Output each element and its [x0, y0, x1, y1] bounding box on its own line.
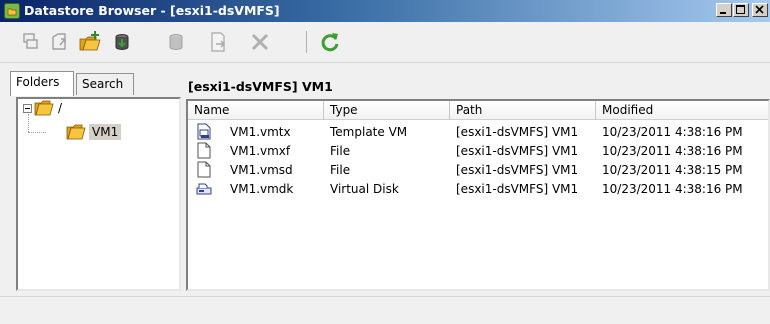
minimize-button[interactable] [716, 3, 732, 17]
file-modified: 10/23/2011 4:38:16 PM [602, 144, 743, 158]
toolbar [0, 22, 770, 63]
table-row[interactable]: VM1.vmxf File [esxi1-dsVMFS] VM1 10/23/2… [188, 141, 768, 160]
folder-open-icon [66, 124, 86, 140]
delete-button[interactable] [248, 30, 272, 54]
collapse-toggle[interactable] [23, 104, 32, 113]
upload-file-button[interactable] [110, 30, 134, 54]
datastore-browser-app-icon [4, 3, 20, 19]
new-folder-button[interactable] [78, 30, 102, 54]
upload-file-icon [115, 34, 129, 51]
refresh-icon [321, 33, 339, 52]
file-path: [esxi1-dsVMFS] VM1 [456, 182, 579, 196]
file-name: VM1.vmdk [230, 182, 294, 196]
file-path: [esxi1-dsVMFS] VM1 [456, 144, 579, 158]
file-name: VM1.vmsd [230, 163, 293, 177]
file-modified: 10/23/2011 4:38:16 PM [602, 125, 743, 139]
upload-button[interactable] [48, 30, 72, 54]
file-path: [esxi1-dsVMFS] VM1 [456, 125, 579, 139]
file-type: Template VM [330, 125, 408, 139]
register-vm-icon [211, 32, 225, 52]
file-icon [197, 161, 211, 178]
window-title: Datastore Browser - [esxi1-dsVMFS] [24, 3, 280, 18]
table-row[interactable]: VM1.vmtx Template VM [esxi1-dsVMFS] VM1 … [188, 122, 768, 141]
file-icon [197, 142, 211, 159]
virtual-disk-icon [196, 183, 212, 195]
download-icon [169, 34, 183, 51]
file-modified: 10/23/2011 4:38:15 PM [602, 163, 743, 177]
tree-item-vm1[interactable]: VM1 [89, 124, 122, 140]
column-header-name[interactable]: Name [188, 101, 324, 120]
file-path: [esxi1-dsVMFS] VM1 [456, 163, 579, 177]
toolbar-separator [306, 31, 307, 53]
folder-tree: / VM1 [16, 97, 181, 291]
folder-open-icon [34, 100, 54, 116]
column-header-type[interactable]: Type [324, 101, 450, 120]
template-vm-icon [197, 123, 211, 140]
column-header-modified[interactable]: Modified [596, 101, 768, 120]
close-button[interactable] [752, 3, 768, 17]
table-row[interactable]: VM1.vmdk Virtual Disk [esxi1-dsVMFS] VM1… [188, 179, 768, 198]
close-icon [755, 5, 764, 14]
maximize-icon [736, 5, 745, 14]
tree-connector [28, 132, 46, 133]
table-row[interactable]: VM1.vmsd File [esxi1-dsVMFS] VM1 10/23/2… [188, 160, 768, 179]
column-header-path[interactable]: Path [450, 101, 596, 120]
delete-icon [251, 33, 269, 51]
tree-item-root[interactable]: / [58, 101, 62, 115]
download-button[interactable] [164, 30, 188, 54]
current-path-label: [esxi1-dsVMFS] VM1 [188, 79, 333, 94]
tree-connector [28, 114, 29, 132]
file-modified: 10/23/2011 4:38:16 PM [602, 182, 743, 196]
tab-search[interactable]: Search [76, 73, 134, 95]
file-name: VM1.vmxf [230, 144, 291, 158]
new-folder-icon [79, 31, 101, 51]
title-bar[interactable]: Datastore Browser - [esxi1-dsVMFS] [0, 0, 770, 22]
upload-icon [52, 33, 66, 50]
file-type: Virtual Disk [330, 182, 399, 196]
file-type: File [330, 163, 351, 177]
file-name: VM1.vmtx [230, 125, 291, 139]
datastore-browse-icon [23, 33, 38, 49]
tab-folders[interactable]: Folders [10, 71, 74, 96]
maximize-button[interactable] [733, 3, 749, 17]
datastore-browse-button[interactable] [18, 30, 42, 54]
status-bar [0, 296, 770, 324]
register-vm-button[interactable] [206, 30, 230, 54]
minimize-icon [720, 12, 726, 14]
file-list: Name Type Path Modified VM1.vmtx Templat… [186, 99, 770, 291]
refresh-button[interactable] [318, 30, 342, 54]
file-type: File [330, 144, 351, 158]
